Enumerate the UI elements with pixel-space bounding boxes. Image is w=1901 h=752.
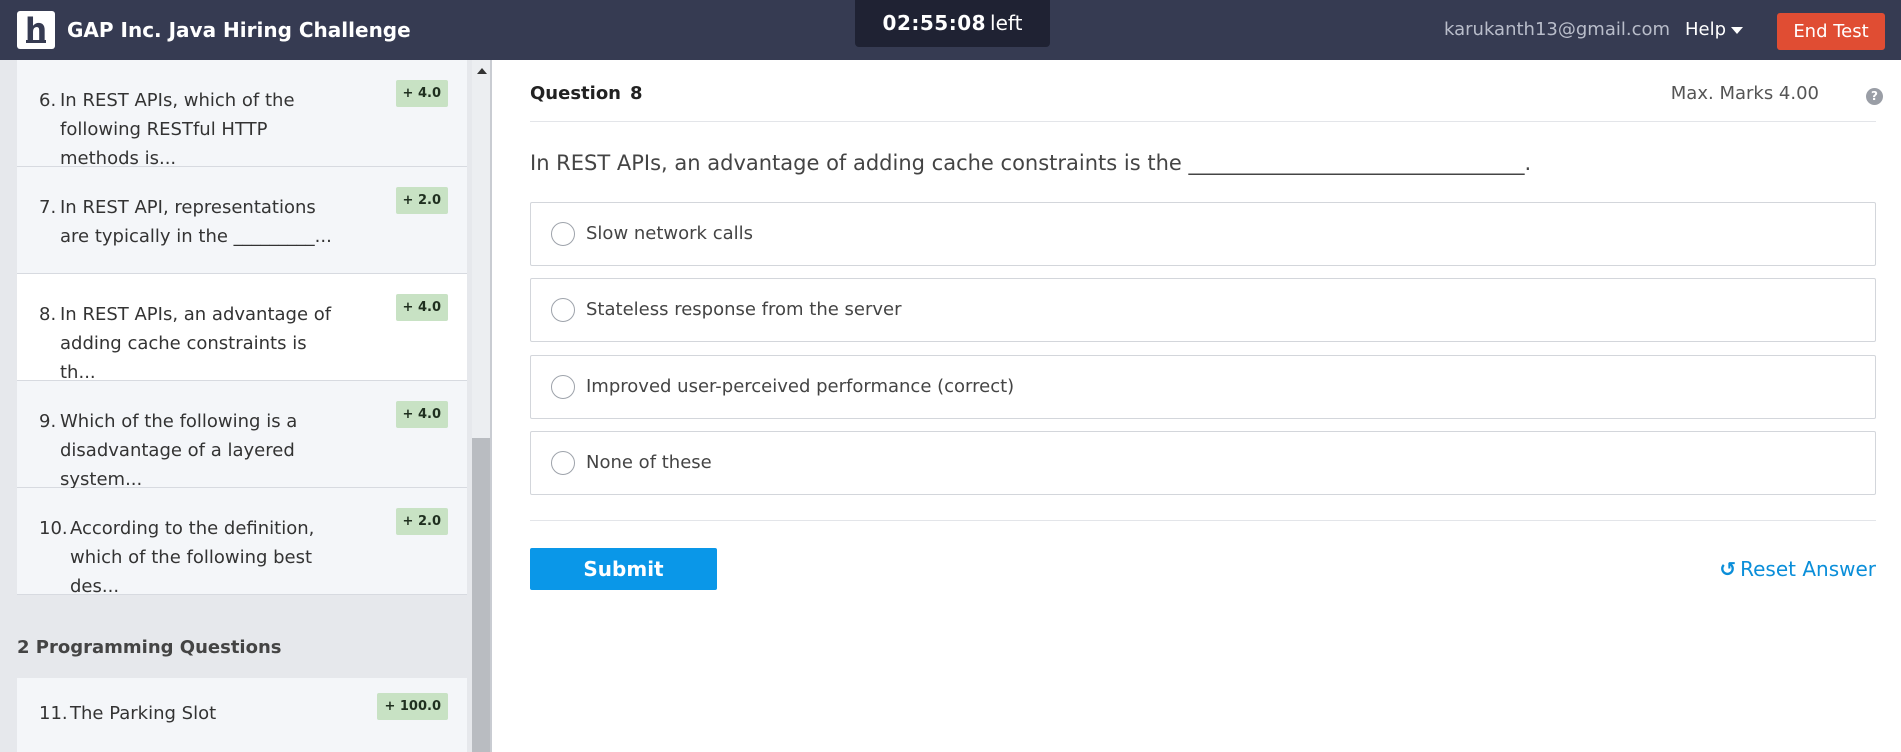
question-help-icon[interactable]: ?: [1866, 88, 1883, 105]
question-number: 9.: [39, 411, 57, 432]
marks-badge: + 4.0: [395, 401, 448, 428]
timer-suffix: left: [990, 11, 1023, 35]
question-item-8[interactable]: 8. In REST APIs, an advantage of adding …: [17, 274, 467, 383]
header-divider: [530, 121, 1876, 122]
question-item-11[interactable]: 11. The Parking Slot + 100.0: [17, 678, 467, 752]
answer-option-2[interactable]: Stateless response from the server: [530, 278, 1876, 342]
scroll-up-icon[interactable]: [477, 68, 487, 74]
answer-option-1[interactable]: Slow network calls: [530, 202, 1876, 266]
sidebar-scrollbar[interactable]: [472, 60, 492, 752]
max-marks: Max. Marks 4.00: [1670, 83, 1819, 104]
question-sidebar: 6. In REST APIs, which of the following …: [0, 60, 492, 752]
submit-button[interactable]: Submit: [530, 548, 717, 590]
help-label: Help: [1685, 19, 1727, 40]
answer-option-3[interactable]: Improved user-perceived performance (cor…: [530, 355, 1876, 419]
programming-section-title: 2 Programming Questions: [17, 637, 282, 658]
logo-underline: [26, 40, 46, 43]
marks-badge: + 4.0: [395, 294, 448, 321]
question-item-10[interactable]: 10. According to the definition, which o…: [17, 488, 467, 597]
marks-badge: + 4.0: [395, 80, 448, 107]
top-bar: h GAP Inc. Java Hiring Challenge 02:55:0…: [0, 0, 1901, 60]
option-label: Improved user-perceived performance (cor…: [586, 376, 1015, 397]
timer-value: 02:55:08: [882, 11, 987, 35]
question-label: Question: [530, 83, 621, 104]
question-text: In REST APIs, an advantage of adding cac…: [530, 151, 1532, 175]
question-number: 10.: [39, 518, 68, 539]
question-summary: Which of the following is a disadvantage…: [60, 411, 298, 490]
question-heading: Question 8: [530, 83, 643, 104]
reset-label: Reset Answer: [1740, 557, 1876, 581]
marks-badge: + 2.0: [395, 187, 448, 214]
countdown-timer: 02:55:08 left: [855, 0, 1050, 47]
question-summary: In REST APIs, which of the following RES…: [60, 90, 295, 169]
options-divider: [530, 520, 1876, 521]
help-menu[interactable]: Help: [1685, 0, 1744, 60]
question-panel: Question 8 Max. Marks 4.00 ? In REST APIs…: [492, 60, 1901, 752]
question-item-9[interactable]: 9. Which of the following is a disadvant…: [17, 381, 467, 490]
user-email: karukanth13@gmail.com: [1444, 19, 1671, 40]
scrollbar-thumb[interactable]: [472, 438, 492, 752]
end-test-button[interactable]: End Test: [1777, 13, 1885, 50]
logo-letter: h: [24, 12, 48, 48]
question-summary: In REST APIs, an advantage of adding cac…: [60, 304, 332, 383]
question-summary: In REST API, representations are typical…: [60, 197, 332, 247]
option-label: None of these: [586, 452, 712, 473]
question-item-6[interactable]: 6. In REST APIs, which of the following …: [17, 60, 467, 169]
question-number-label: 8: [630, 83, 643, 104]
radio-button[interactable]: [551, 451, 575, 475]
option-label: Slow network calls: [586, 223, 754, 244]
marks-badge: + 100.0: [377, 693, 448, 720]
hackerearth-logo[interactable]: h: [17, 11, 55, 49]
question-number: 8.: [39, 304, 57, 325]
question-number: 6.: [39, 90, 57, 111]
question-number: 7.: [39, 197, 57, 218]
question-summary: The Parking Slot: [70, 703, 217, 724]
radio-button[interactable]: [551, 298, 575, 322]
challenge-title: GAP Inc. Java Hiring Challenge: [67, 18, 411, 42]
question-list: 6. In REST APIs, which of the following …: [17, 60, 467, 597]
question-item-7[interactable]: 7. In REST API, representations are typi…: [17, 167, 467, 274]
question-number: 11.: [39, 703, 68, 724]
radio-button[interactable]: [551, 375, 575, 399]
option-label: Stateless response from the server: [586, 299, 902, 320]
caret-down-icon: [1731, 26, 1744, 34]
reset-icon: ↺: [1719, 557, 1737, 581]
marks-badge: + 2.0: [395, 508, 448, 535]
reset-answer-link[interactable]: ↺ Reset Answer: [1719, 554, 1876, 584]
answer-option-4[interactable]: None of these: [530, 431, 1876, 495]
radio-button[interactable]: [551, 222, 575, 246]
question-summary: According to the definition, which of th…: [70, 518, 315, 597]
